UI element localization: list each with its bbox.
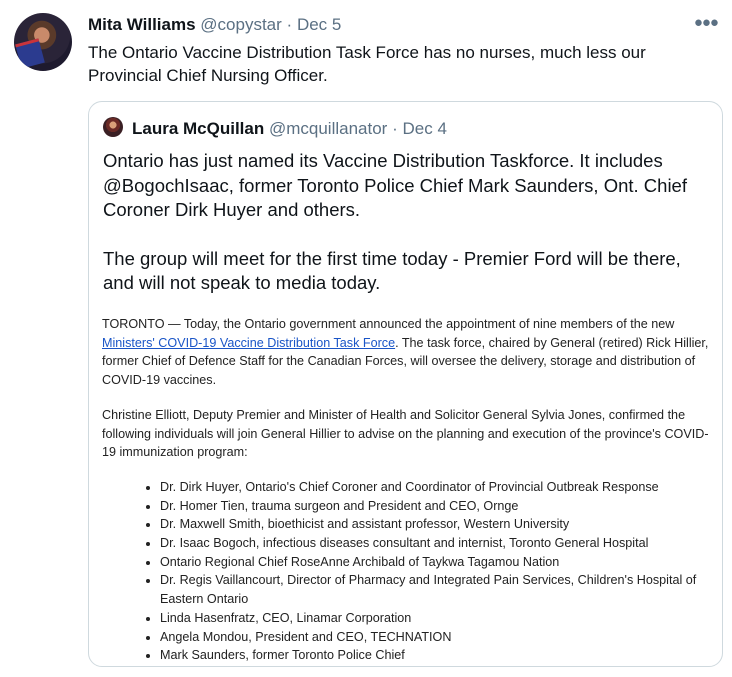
list-item: Dr. Isaac Bogoch, infectious diseases co…	[160, 534, 714, 553]
list-item: Dr. Homer Tien, trauma surgeon and Presi…	[160, 497, 714, 516]
quoted-paragraph-2: The group will meet for the first time t…	[103, 247, 681, 294]
quoted-paragraph-1: Ontario has just named its Vaccine Distr…	[103, 150, 687, 220]
list-item: Ontario Regional Chief RoseAnne Archibal…	[160, 553, 714, 572]
flag-graphic	[15, 38, 45, 69]
press-paragraph-2: Christine Elliott, Deputy Premier and Mi…	[102, 407, 709, 460]
separator-dot: ·	[392, 119, 398, 138]
quoted-author-avatar	[103, 117, 123, 137]
list-item: Dr. Dirk Huyer, Ontario's Chief Coroner …	[160, 478, 714, 497]
press-text: TORONTO — Today, the Ontario government …	[102, 317, 675, 331]
members-list: Dr. Dirk Huyer, Ontario's Chief Coroner …	[102, 478, 714, 665]
quoted-author-handle: @mcquillanator	[268, 119, 388, 138]
quoted-tweet-header: Laura McQuillan @mcquillanator · Dec 4	[132, 119, 447, 139]
author-handle[interactable]: @copystar	[200, 15, 282, 34]
quoted-tweet[interactable]: Laura McQuillan @mcquillanator · Dec 4 O…	[88, 101, 723, 667]
tweet-text: The Ontario Vaccine Distribution Task Fo…	[88, 43, 646, 85]
quoted-tweet-date: Dec 4	[402, 119, 447, 138]
tweet-header: Mita Williams @copystar · Dec 5	[88, 15, 341, 35]
quoted-author-name: Laura McQuillan	[132, 119, 265, 138]
list-item: Dr. Maxwell Smith, bioethicist and assis…	[160, 515, 714, 534]
separator-dot: ·	[286, 15, 293, 34]
task-force-link: Ministers' COVID-19 Vaccine Distribution…	[102, 335, 396, 350]
list-item: Angela Mondou, President and CEO, TECHNA…	[160, 628, 714, 647]
author-name[interactable]: Mita Williams	[88, 15, 196, 34]
press-paragraph-1: TORONTO — Today, the Ontario government …	[102, 315, 714, 390]
quoted-tweet-text: Ontario has just named its Vaccine Distr…	[103, 149, 713, 296]
more-options-icon[interactable]: ●●●	[694, 14, 719, 31]
list-item: Mark Saunders, former Toronto Police Chi…	[160, 646, 714, 665]
press-release-image: TORONTO — Today, the Ontario government …	[102, 315, 714, 665]
list-item: Dr. Regis Vaillancourt, Director of Phar…	[160, 571, 714, 608]
tweet-date[interactable]: Dec 5	[297, 15, 341, 34]
list-item: Linda Hasenfratz, CEO, Linamar Corporati…	[160, 609, 714, 628]
author-avatar[interactable]	[14, 13, 72, 71]
